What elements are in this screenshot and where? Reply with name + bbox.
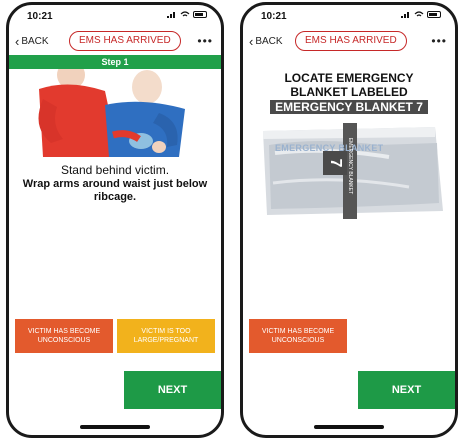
blanket-number: 7 xyxy=(327,158,344,168)
next-button[interactable]: NEXT xyxy=(358,371,455,409)
back-button[interactable]: ‹ BACK xyxy=(15,33,49,49)
title-line-2: BLANKET LABELED xyxy=(290,85,408,99)
instruction-line-2: Wrap arms around waist just below ribcag… xyxy=(22,178,208,203)
instruction-line-1: Stand behind victim. xyxy=(60,163,170,177)
title-line-1: LOCATE EMERGENCY xyxy=(284,71,414,85)
status-time: 10:21 xyxy=(261,11,287,22)
phone-screen-locate-blanket: 10:21 ‹ BACK EMS HAS ARRIVED ••• LOCATE … xyxy=(240,2,458,438)
heimlich-illustration xyxy=(9,69,221,157)
status-time: 10:21 xyxy=(27,11,53,22)
status-icons xyxy=(401,11,441,18)
chevron-left-icon: ‹ xyxy=(249,33,254,49)
home-indicator[interactable] xyxy=(314,425,384,429)
battery-icon xyxy=(193,11,207,18)
step-banner: Step 1 xyxy=(9,55,221,69)
more-options-icon[interactable]: ••• xyxy=(197,34,213,48)
wifi-icon xyxy=(180,11,190,17)
signal-icon xyxy=(167,12,175,18)
victim-unconscious-button[interactable]: VICTIM HAS BECOME UNCONSCIOUS xyxy=(15,319,113,353)
status-bar: 10:21 xyxy=(9,5,221,27)
victim-unconscious-button[interactable]: VICTIM HAS BECOME UNCONSCIOUS xyxy=(249,319,347,353)
next-button[interactable]: NEXT xyxy=(124,371,221,409)
wifi-icon xyxy=(414,11,424,17)
battery-icon xyxy=(427,11,441,18)
ems-arrived-button[interactable]: EMS HAS ARRIVED xyxy=(69,31,181,51)
nav-bar: ‹ BACK EMS HAS ARRIVED ••• xyxy=(243,29,455,57)
victim-too-large-button[interactable]: VICTIM IS TOO LARGE/PREGNANT xyxy=(117,319,215,353)
heimlich-figure-image xyxy=(38,69,185,157)
chevron-left-icon: ‹ xyxy=(15,33,20,49)
locate-title: LOCATE EMERGENCY BLANKET LABELED EMERGEN… xyxy=(243,71,455,114)
nav-bar: ‹ BACK EMS HAS ARRIVED ••• xyxy=(9,29,221,57)
instruction-text: Stand behind victim. Wrap arms around wa… xyxy=(17,163,213,204)
blanket-tag: EMERGENCY BLANKET 7 xyxy=(270,100,428,114)
home-indicator[interactable] xyxy=(80,425,150,429)
signal-icon xyxy=(401,12,409,18)
more-options-icon[interactable]: ••• xyxy=(431,34,447,48)
emergency-blanket-image: EMERGENCY BLANKET 7 EMERGENCY BLANKET xyxy=(259,123,447,219)
ems-arrived-button[interactable]: EMS HAS ARRIVED xyxy=(295,31,407,51)
back-label: BACK xyxy=(255,36,283,47)
back-label: BACK xyxy=(21,36,49,47)
status-bar: 10:21 xyxy=(243,5,455,27)
status-icons xyxy=(167,11,207,18)
back-button[interactable]: ‹ BACK xyxy=(249,33,283,49)
phone-screen-step-1: 10:21 ‹ BACK EMS HAS ARRIVED ••• Step 1 xyxy=(6,2,224,438)
blanket-strap-text: EMERGENCY BLANKET xyxy=(347,137,353,195)
